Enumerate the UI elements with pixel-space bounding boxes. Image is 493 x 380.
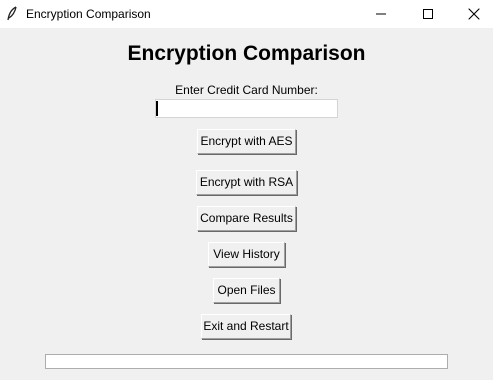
minimize-button[interactable] (358, 0, 404, 28)
app-window: Encryption Comparison Encryption Compari… (0, 0, 493, 380)
output-field[interactable] (45, 354, 448, 369)
exit-restart-button[interactable]: Exit and Restart (201, 314, 291, 339)
card-number-label: Enter Credit Card Number: (175, 83, 318, 97)
maximize-icon (423, 9, 433, 19)
close-icon (468, 8, 480, 20)
window-title: Encryption Comparison (26, 7, 151, 21)
title-bar[interactable]: Encryption Comparison (0, 0, 493, 28)
feather-icon (6, 6, 18, 22)
open-files-button[interactable]: Open Files (213, 278, 280, 303)
encrypt-aes-button[interactable]: Encrypt with AES (197, 129, 296, 154)
text-cursor (156, 101, 158, 116)
minimize-icon (376, 13, 386, 15)
compare-results-button[interactable]: Compare Results (197, 206, 296, 231)
view-history-button[interactable]: View History (208, 242, 285, 267)
page-title: Encryption Comparison (127, 42, 366, 65)
maximize-button[interactable] (405, 0, 451, 28)
close-button[interactable] (451, 0, 493, 28)
card-number-input[interactable] (155, 99, 338, 118)
encrypt-rsa-button[interactable]: Encrypt with RSA (196, 170, 297, 195)
